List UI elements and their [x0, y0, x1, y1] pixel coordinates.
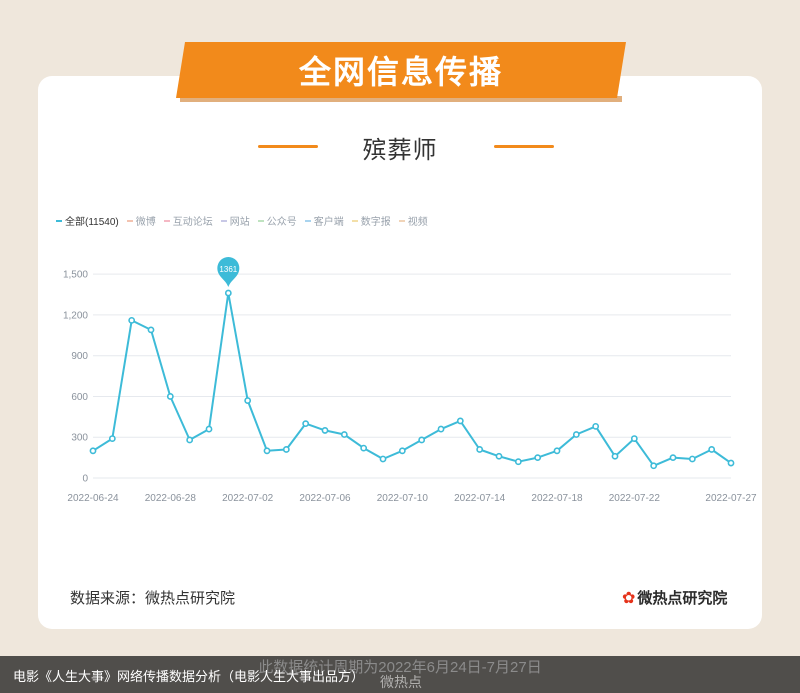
data-point	[534, 454, 542, 462]
x-tick-label: 2022-07-14	[454, 493, 506, 504]
data-point	[166, 393, 174, 400]
data-point	[186, 436, 194, 444]
data-point	[398, 447, 406, 455]
data-point	[611, 452, 619, 460]
brand-logo-text: 微热点研究院	[637, 590, 728, 607]
x-tick-label: 2022-07-27	[705, 493, 757, 504]
data-point	[476, 446, 484, 453]
data-point	[128, 316, 136, 324]
data-point	[630, 435, 638, 442]
y-tick-label: 1,500	[63, 270, 88, 281]
data-point	[727, 459, 735, 467]
x-tick-label: 2022-07-06	[299, 493, 351, 504]
data-point	[514, 458, 522, 466]
data-point	[244, 397, 252, 404]
y-tick-label: 1,200	[63, 310, 88, 321]
data-point	[379, 455, 387, 463]
data-point	[418, 436, 426, 444]
data-point	[495, 452, 503, 460]
x-tick-label: 2022-06-24	[67, 493, 119, 504]
data-point	[708, 446, 716, 453]
data-point	[553, 447, 561, 455]
data-point	[205, 425, 213, 433]
data-point	[592, 422, 600, 430]
data-point	[572, 431, 580, 438]
y-tick-label: 300	[71, 433, 88, 444]
x-tick-label: 2022-07-18	[531, 493, 583, 504]
flame-icon: ✿	[622, 589, 636, 607]
data-point	[147, 326, 155, 334]
data-point	[340, 431, 348, 438]
x-tick-label: 2022-06-28	[145, 493, 197, 504]
data-source: 数据来源：微热点研究院	[70, 590, 236, 607]
data-point	[688, 455, 696, 463]
image-caption: 电影《人生大事》网络传播数据分析（电影人生大事出品方）	[13, 669, 365, 684]
data-point	[224, 289, 232, 297]
y-tick-label: 900	[71, 351, 88, 362]
data-point	[282, 446, 290, 453]
data-point	[302, 420, 310, 428]
x-tick-label: 2022-07-22	[609, 493, 661, 504]
data-point	[321, 427, 329, 434]
data-point	[669, 454, 677, 462]
data-point	[650, 462, 658, 470]
x-tick-label: 2022-07-10	[377, 493, 429, 504]
x-tick-label: 2022-07-02	[222, 493, 274, 504]
data-point	[437, 425, 445, 433]
data-point	[108, 435, 116, 442]
data-point	[456, 417, 464, 425]
watermark: 微热点	[380, 674, 422, 690]
y-tick-label: 0	[82, 474, 88, 485]
data-point	[360, 444, 368, 452]
peak-label: 1361	[219, 265, 237, 274]
data-point	[263, 447, 271, 455]
data-point	[89, 447, 97, 455]
y-tick-label: 600	[71, 392, 88, 403]
brand-logo: ✿ 微热点研究院	[622, 587, 727, 608]
